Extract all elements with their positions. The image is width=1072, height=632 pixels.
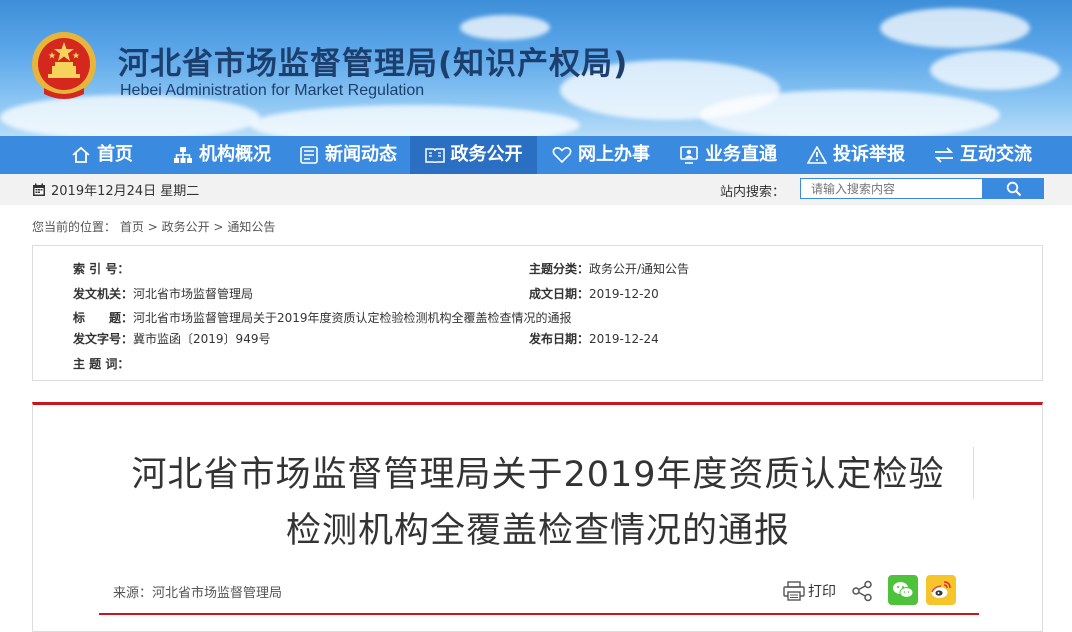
cloud-decoration	[700, 90, 1000, 136]
meta-value: 河北省市场监督管理局关于2019年度资质认定检验检测机构全覆盖检查情况的通报	[133, 311, 572, 325]
nav-item-label: 政务公开	[450, 144, 523, 165]
print-button[interactable]: 打印	[783, 581, 836, 601]
wechat-share-button[interactable]	[888, 575, 918, 605]
article-title-line: 检测机构全覆盖检查情况的通报	[285, 511, 790, 551]
nav-item-open-gov[interactable]: 政务公开	[410, 136, 537, 174]
share-icon	[852, 580, 872, 602]
meta-label: 主 题 词：	[73, 357, 130, 371]
meta-label: 成文日期：	[529, 287, 590, 301]
nav-item-label: 机构概况	[199, 144, 271, 165]
meta-index-row: 索 引 号：	[73, 260, 129, 277]
article-panel: 河北省市场监督管理局关于2019年度资质认定检验 检测机构全覆盖检查情况的通报 …	[32, 402, 1043, 632]
site-subtitle: Hebei Administration for Market Regulati…	[120, 82, 425, 99]
breadcrumb: 您当前的位置： 首页 > 政务公开 > 通知公告	[32, 218, 275, 235]
cloud-decoration	[460, 15, 550, 40]
meta-label: 发文机关：	[73, 287, 134, 301]
printer-icon	[783, 581, 805, 601]
nav-item-org[interactable]: 机构概况	[158, 136, 286, 174]
nav-item-label: 投诉举报	[833, 144, 905, 165]
exchange-icon	[934, 147, 954, 163]
meta-value: 2019-12-20	[589, 287, 659, 301]
breadcrumb-link-notices[interactable]: 通知公告	[227, 220, 275, 234]
nav-item-label: 业务直通	[705, 144, 777, 165]
meta-written-date-row: 成文日期：2019-12-20	[529, 285, 659, 302]
nav-item-label: 网上办事	[578, 144, 650, 165]
current-date: 2019年12月24日 星期二	[32, 180, 199, 199]
meta-docno-row: 发文字号：冀市监函〔2019〕949号	[73, 330, 270, 347]
weibo-icon	[931, 581, 951, 598]
cloud-decoration	[880, 8, 1030, 48]
meta-published-date-row: 发布日期：2019-12-24	[529, 330, 659, 347]
nav-item-interaction[interactable]: 互动交流	[921, 136, 1045, 174]
nav-item-label: 首页	[97, 144, 133, 165]
meta-label: 发文字号：	[73, 332, 134, 346]
home-icon	[72, 146, 90, 163]
news-icon	[300, 146, 318, 164]
calendar-icon	[33, 183, 45, 196]
meta-value: 冀市监函〔2019〕949号	[133, 332, 271, 346]
article-title: 河北省市场监督管理局关于2019年度资质认定检验 检测机构全覆盖检查情况的通报	[93, 447, 983, 559]
meta-label: 标 题：	[73, 311, 134, 325]
nav-item-complaint[interactable]: 投诉举报	[791, 136, 921, 174]
share-button[interactable]	[851, 580, 873, 606]
header-banner: 河北省市场监督管理局(知识产权局) Hebei Administration f…	[0, 0, 1072, 136]
site-title: 河北省市场监督管理局(知识产权局)	[118, 46, 629, 82]
national-emblem-icon[interactable]	[30, 30, 98, 102]
breadcrumb-link-open-gov[interactable]: 政务公开	[162, 220, 210, 234]
breadcrumb-prefix: 您当前的位置：	[32, 220, 117, 234]
meta-title-row: 标 题：河北省市场监督管理局关于2019年度资质认定检验检测机构全覆盖检查情况的…	[73, 309, 572, 326]
search-icon	[1006, 181, 1021, 196]
date-text: 2019年12月24日 星期二	[51, 184, 200, 199]
nav-item-news[interactable]: 新闻动态	[286, 136, 410, 174]
wechat-icon	[893, 582, 914, 598]
meta-keywords-row: 主 题 词：	[73, 355, 129, 372]
meta-label: 发布日期：	[529, 332, 590, 346]
meta-value: 2019-12-24	[589, 332, 659, 346]
meta-value: 河北省市场监督管理局	[133, 287, 254, 301]
meta-category-row: 主题分类：政务公开/通知公告	[529, 260, 689, 277]
meta-value: 政务公开/通知公告	[589, 262, 690, 276]
print-label: 打印	[808, 584, 836, 600]
divider	[973, 447, 974, 499]
search-button[interactable]	[983, 178, 1044, 199]
article-divider-line	[99, 613, 979, 615]
org-chart-icon	[174, 147, 192, 163]
nav-item-online-service[interactable]: 网上办事	[537, 136, 665, 174]
heart-icon	[552, 147, 572, 164]
search-label: 站内搜索：	[720, 185, 786, 200]
search-input[interactable]	[800, 178, 983, 199]
meta-label: 主题分类：	[529, 262, 590, 276]
open-gov-icon	[424, 148, 445, 164]
weibo-share-button[interactable]	[926, 575, 956, 605]
nav-item-home[interactable]: 首页	[52, 136, 152, 174]
meta-issuer-row: 发文机关：河北省市场监督管理局	[73, 285, 253, 302]
meta-label: 索 引 号：	[73, 262, 130, 276]
main-nav: 首页 机构概况 新闻动态 政务公开 网上办事 业务直通 投诉举报 互动交流	[0, 136, 1072, 174]
article-source: 来源：河北省市场监督管理局	[113, 586, 283, 601]
document-meta-box: 索 引 号： 主题分类：政务公开/通知公告 发文机关：河北省市场监督管理局 成文…	[32, 245, 1043, 381]
article-title-line: 河北省市场监督管理局关于2019年度资质认定检验	[131, 455, 945, 495]
monitor-user-icon	[680, 146, 698, 164]
nav-item-business[interactable]: 业务直通	[665, 136, 791, 174]
cloud-decoration	[250, 105, 580, 136]
breadcrumb-link-home[interactable]: 首页	[120, 220, 144, 234]
cloud-decoration	[930, 50, 1060, 90]
nav-item-label: 互动交流	[960, 144, 1032, 165]
breadcrumb-separator: >	[213, 220, 224, 234]
date-search-bar: 2019年12月24日 星期二 站内搜索：	[0, 174, 1072, 205]
nav-item-label: 新闻动态	[325, 144, 397, 165]
warning-icon	[807, 146, 827, 164]
breadcrumb-separator: >	[147, 220, 158, 234]
